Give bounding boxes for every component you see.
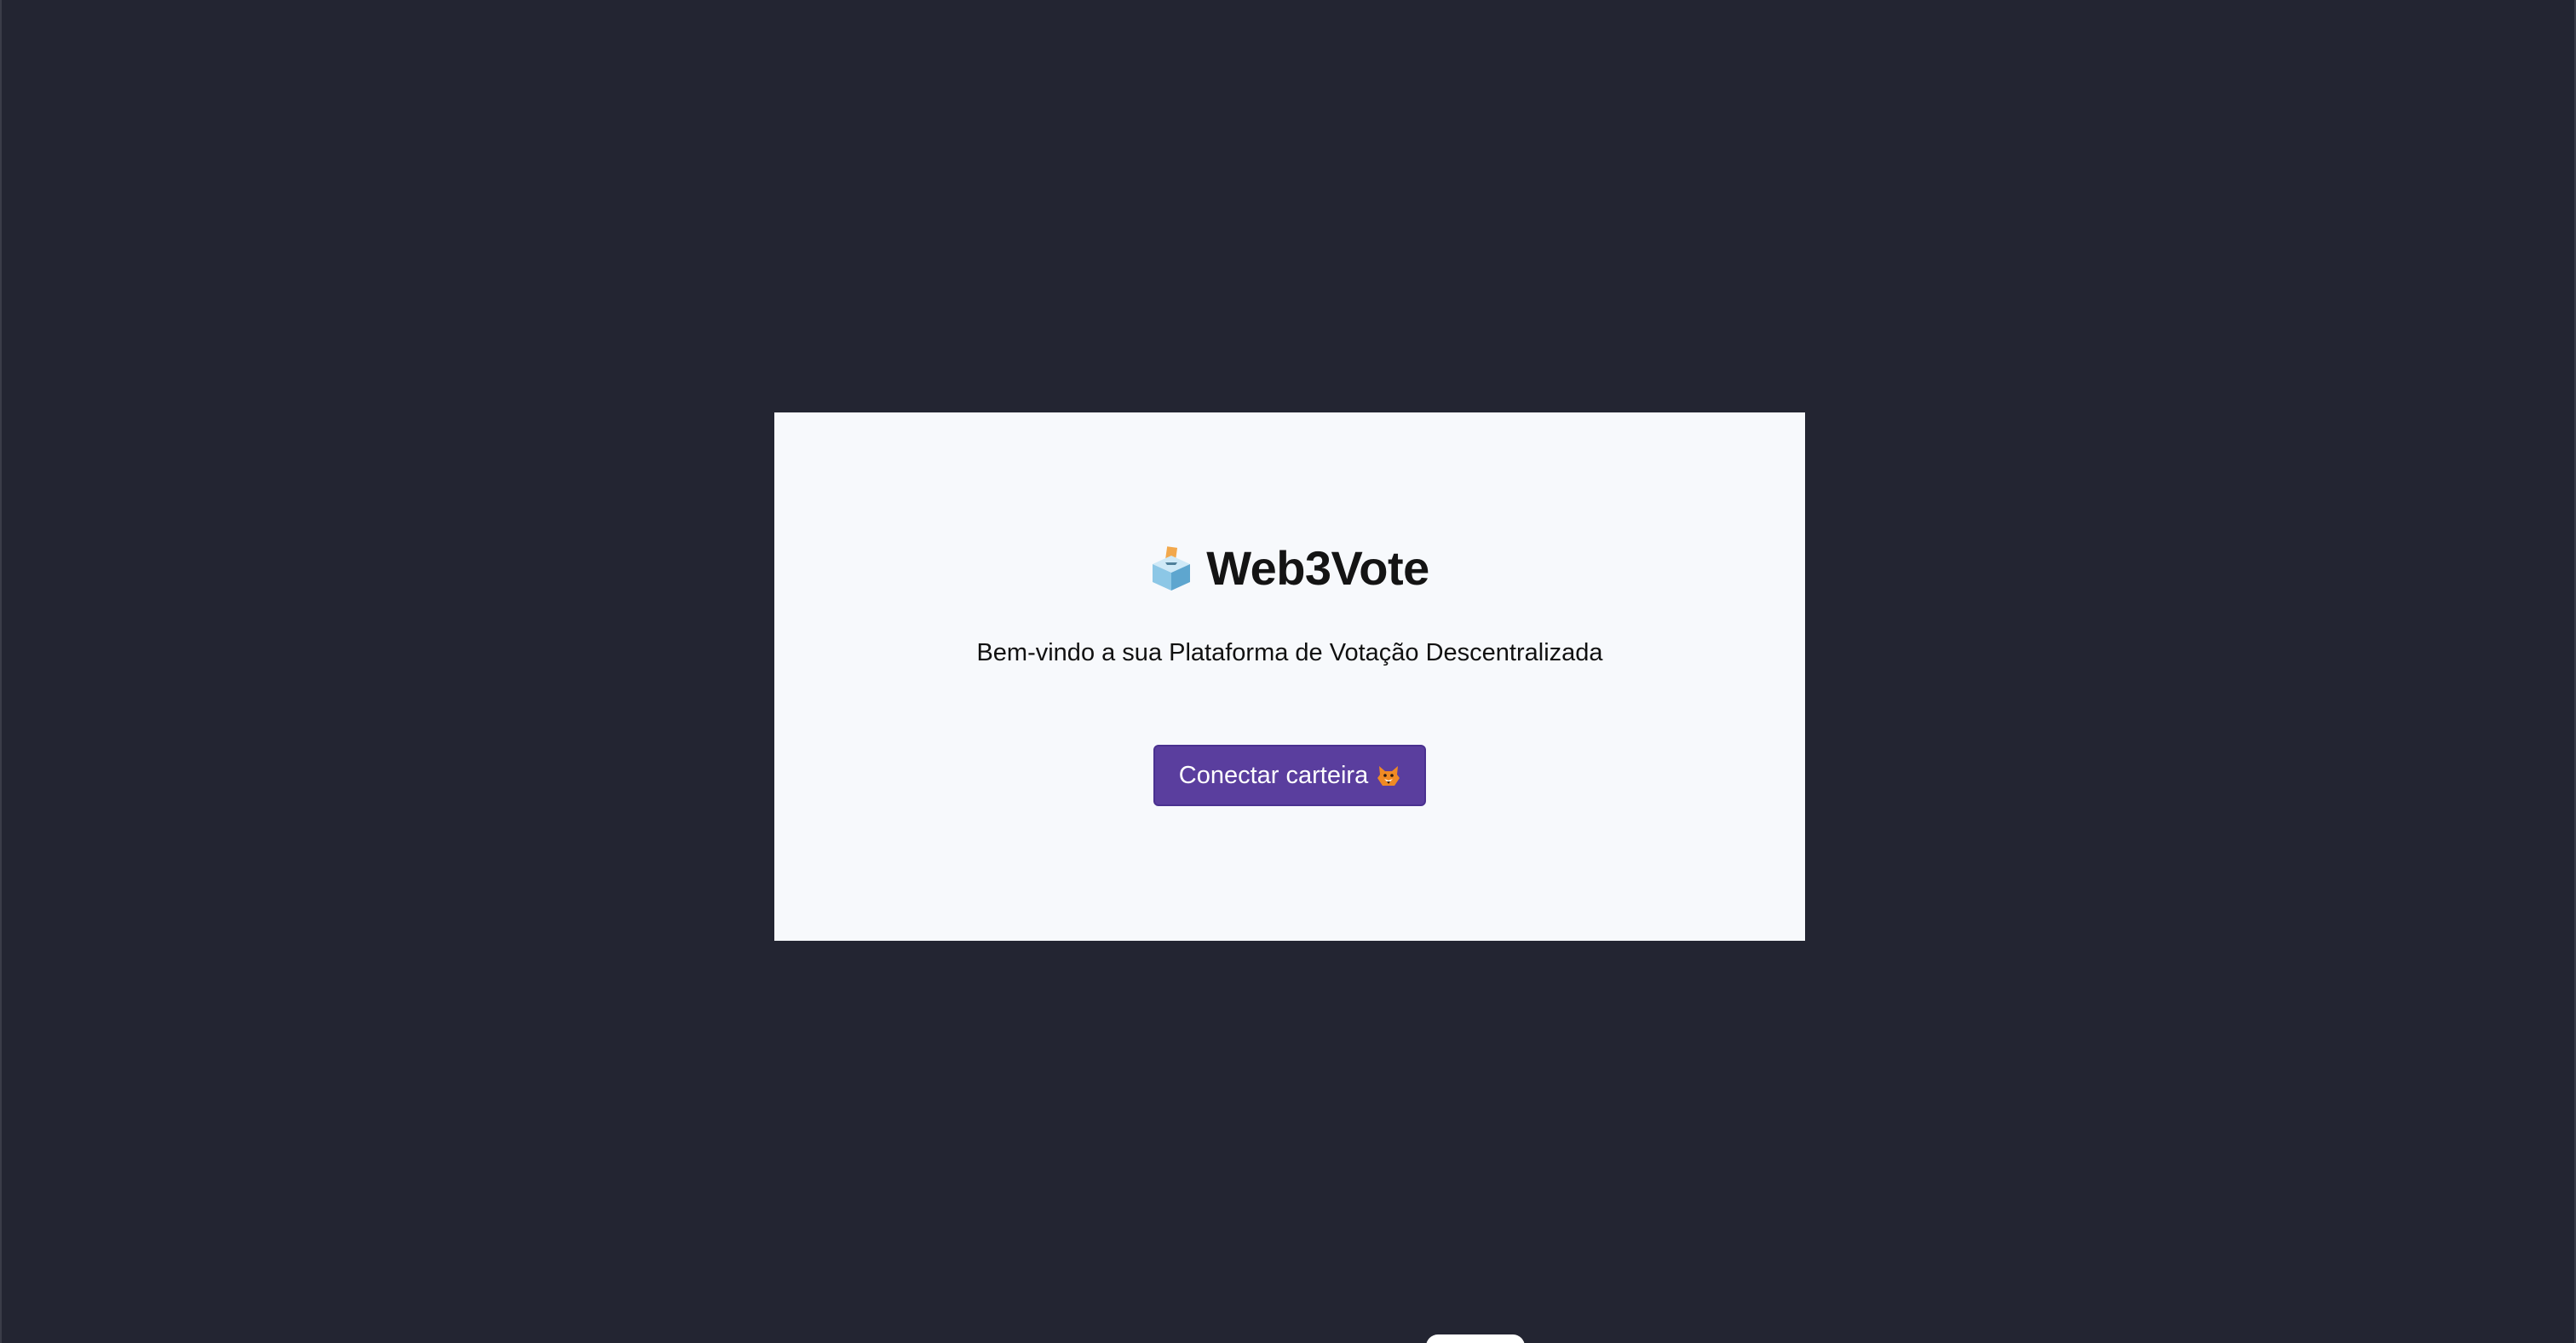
title-row: Web3Vote xyxy=(1150,539,1429,598)
app-screen: Web3Vote Bem-vindo a sua Plataforma de V… xyxy=(0,0,2576,1343)
dock-handle xyxy=(1426,1334,1525,1343)
welcome-card: Web3Vote Bem-vindo a sua Plataforma de V… xyxy=(774,412,1805,941)
app-title: Web3Vote xyxy=(1206,541,1429,595)
ballot-box-icon xyxy=(1150,545,1193,591)
welcome-subtitle: Bem-vindo a sua Plataforma de Votação De… xyxy=(976,639,1603,666)
fox-icon xyxy=(1377,764,1400,787)
connect-wallet-button[interactable]: Conectar carteira xyxy=(1153,745,1427,806)
connect-wallet-label: Conectar carteira xyxy=(1178,761,1369,789)
